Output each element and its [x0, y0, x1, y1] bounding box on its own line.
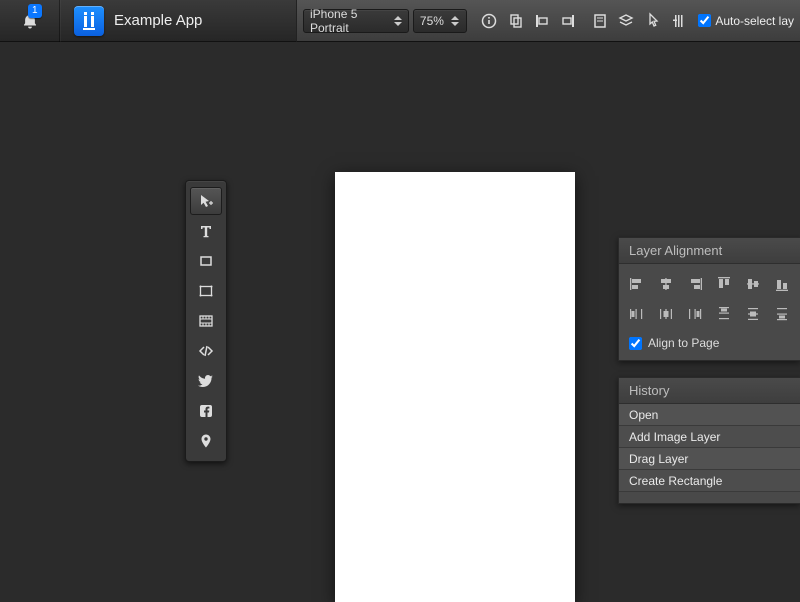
toolbox	[185, 180, 227, 462]
twitter-tool[interactable]	[190, 367, 222, 395]
panel-title: Layer Alignment	[619, 238, 800, 264]
align-right-button[interactable]	[683, 272, 708, 296]
tools-button[interactable]	[667, 7, 691, 35]
app-logo[interactable]	[74, 6, 104, 36]
distribute-h-right-button[interactable]	[683, 302, 708, 326]
history-item[interactable]: Drag Layer	[619, 448, 800, 470]
auto-select-checkbox[interactable]: Auto-select lay	[698, 14, 794, 28]
layer-alignment-panel: Layer Alignment Align to Page	[618, 237, 800, 361]
align-left-icon-button[interactable]	[530, 7, 554, 35]
align-to-page-checkbox[interactable]: Align to Page	[619, 326, 800, 360]
top-bar: 1 Example App iPhone 5 Portrait 75% Auto…	[0, 0, 800, 42]
video-tool[interactable]	[190, 307, 222, 335]
align-left-button[interactable]	[625, 272, 650, 296]
align-bottom-button[interactable]	[769, 272, 794, 296]
device-select[interactable]: iPhone 5 Portrait	[303, 9, 409, 33]
image-tool[interactable]	[190, 277, 222, 305]
code-tool[interactable]	[190, 337, 222, 365]
canvas[interactable]	[335, 172, 575, 602]
layers-button[interactable]	[614, 7, 638, 35]
pointer-button[interactable]	[640, 7, 664, 35]
info-button[interactable]	[477, 7, 501, 35]
text-tool[interactable]	[190, 217, 222, 245]
workspace: Layer Alignment Align to Page History Op…	[0, 42, 800, 600]
distribute-h-left-button[interactable]	[625, 302, 650, 326]
move-tool[interactable]	[190, 187, 222, 215]
device-select-value: iPhone 5 Portrait	[310, 7, 387, 35]
distribute-v-bottom-button[interactable]	[769, 302, 794, 326]
zoom-select[interactable]: 75%	[413, 9, 467, 33]
history-item[interactable]: Open	[619, 404, 800, 426]
app-toolbar: iPhone 5 Portrait 75% Auto-select lay	[296, 0, 800, 42]
history-list: Open Add Image Layer Drag Layer Create R…	[619, 404, 800, 492]
facebook-tool[interactable]	[190, 397, 222, 425]
align-vcenter-button[interactable]	[740, 272, 765, 296]
auto-select-label: Auto-select lay	[715, 14, 794, 28]
panel-title: History	[619, 378, 800, 404]
zoom-value: 75%	[420, 14, 444, 28]
align-to-page-label: Align to Page	[648, 336, 719, 350]
history-item[interactable]: Add Image Layer	[619, 426, 800, 448]
page-button[interactable]	[588, 7, 612, 35]
rectangle-tool[interactable]	[190, 247, 222, 275]
distribute-v-top-button[interactable]	[712, 302, 737, 326]
map-pin-tool[interactable]	[190, 427, 222, 455]
notification-badge: 1	[28, 4, 42, 18]
align-right-icon-button[interactable]	[556, 7, 580, 35]
app-title: Example App	[114, 12, 202, 29]
history-panel: History Open Add Image Layer Drag Layer …	[618, 377, 800, 504]
distribute-h-center-button[interactable]	[654, 302, 679, 326]
align-hcenter-button[interactable]	[654, 272, 679, 296]
notifications-button[interactable]: 1	[0, 0, 60, 42]
align-top-button[interactable]	[712, 272, 737, 296]
distribute-v-center-button[interactable]	[740, 302, 765, 326]
history-item[interactable]: Create Rectangle	[619, 470, 800, 492]
copy-button[interactable]	[503, 7, 527, 35]
